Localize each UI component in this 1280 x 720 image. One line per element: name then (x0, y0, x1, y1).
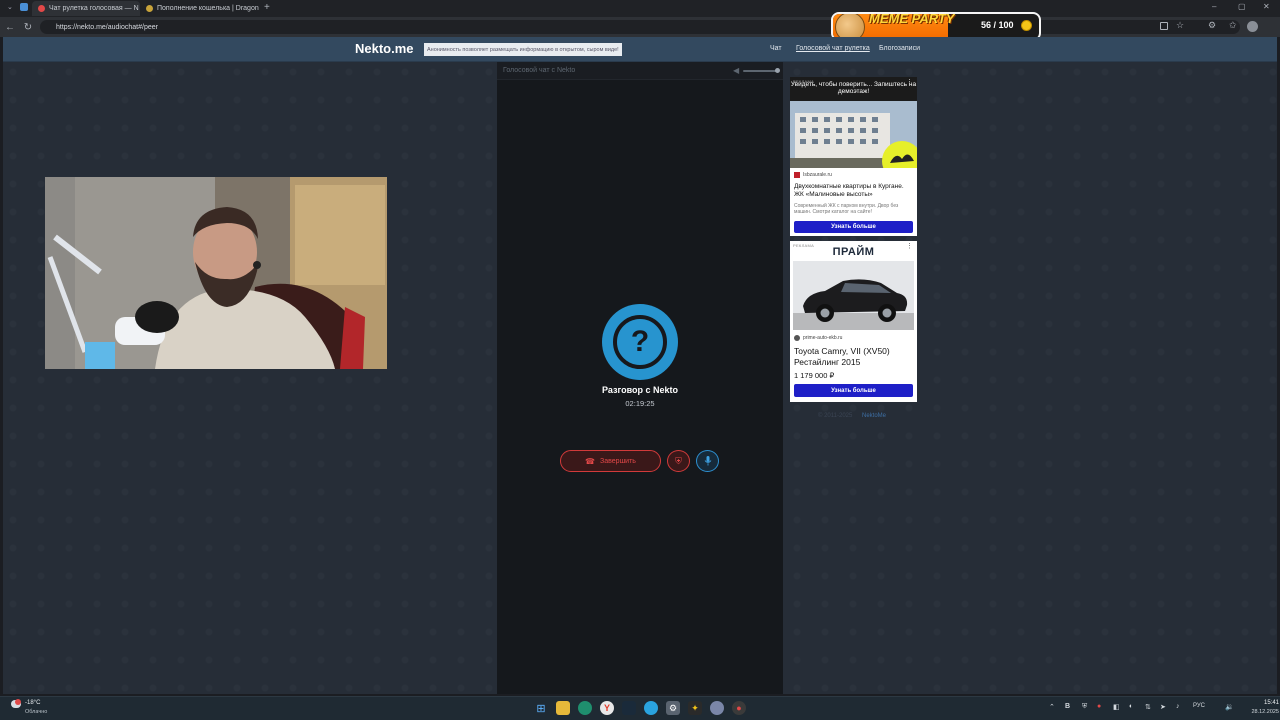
reader-icon[interactable] (1160, 22, 1168, 30)
file-explorer-icon[interactable] (556, 701, 570, 715)
nvidia-tray-icon[interactable]: ◧ (1113, 703, 1120, 711)
nav-link-blog[interactable]: Блогозаписи (879, 45, 920, 52)
obs-icon[interactable]: ● (732, 701, 746, 715)
nav-link-voice-chat[interactable]: Голосовой чат рулетка (796, 45, 870, 52)
url-text: https://nekto.me/audiochat#/peer (56, 23, 158, 31)
windows-start-icon[interactable]: ⊞ (534, 701, 548, 715)
ad-domain: prime-auto-ekb.ru (803, 335, 843, 341)
tray-overflow-icon[interactable]: ⌃ (1049, 703, 1055, 711)
reload-button[interactable]: ↻ (21, 20, 35, 34)
clock-date[interactable]: 28.12.2025 (1240, 709, 1279, 715)
steam-tray-icon[interactable]: ◐ (1129, 703, 1133, 710)
shield-tray-icon[interactable]: ⛨ (1082, 703, 1087, 711)
bold-app-icon[interactable]: B (1065, 703, 1070, 710)
profile-avatar[interactable] (1247, 21, 1258, 32)
minimize-button[interactable]: – (1212, 2, 1216, 11)
tab-dragon[interactable]: Пополнение кошелька | Dragon ✕ (140, 1, 260, 16)
report-button[interactable]: ⛨ (667, 450, 690, 472)
end-call-button[interactable]: ☎ Завершить (560, 450, 661, 472)
dragon-favicon-icon (146, 5, 153, 12)
language-indicator[interactable]: РУС (1193, 703, 1205, 709)
ad-title[interactable]: Toyota Camry, VII (XV50) Рестайлинг 2015 (794, 346, 915, 367)
footer-copyright: © 2011-2025 (818, 413, 853, 419)
webcam-scene (45, 177, 387, 369)
meme-score: 56 / 100 (981, 20, 1014, 30)
question-mark-icon: ? (613, 315, 667, 369)
favorites-icon[interactable]: ✩ (1229, 20, 1237, 31)
weather-alert-badge (15, 699, 21, 705)
windows-taskbar (0, 696, 1280, 720)
ad-learn-more-button[interactable]: Узнать больше (794, 384, 913, 397)
more-options-icon[interactable]: ⋮ (906, 78, 913, 86)
ad-label: РЕКЛАМА (793, 79, 815, 84)
ad-domain: Isbzaurale.ru (803, 172, 832, 178)
bookmark-star-icon[interactable]: ☆ (1176, 20, 1184, 31)
ad-title[interactable]: Двухкомнатные квартиры в Кургане. ЖК «Ма… (794, 183, 915, 199)
red-app-tray-icon[interactable]: ● (1097, 703, 1101, 710)
weather-temperature[interactable]: -18°C (25, 700, 40, 706)
conversation-title: Разговор с Nekto (601, 385, 679, 395)
anonymity-notice: Анонимность позволяет размещать информац… (424, 43, 622, 56)
coin-icon (1021, 20, 1032, 31)
nav-link-chat[interactable]: Чат (770, 45, 782, 52)
shield-icon: ⛨ (675, 455, 682, 466)
footer-link[interactable]: NektoMe (862, 413, 886, 419)
clock-time[interactable]: 15:41 (1249, 700, 1279, 706)
webcam-video (45, 177, 387, 369)
game-launcher-icon[interactable]: ✦ (688, 701, 702, 715)
microphone-icon (704, 456, 711, 466)
site-logo[interactable]: Nekto.me (355, 41, 414, 56)
volume-slider[interactable] (743, 70, 779, 72)
mute-button[interactable] (696, 450, 719, 472)
close-window-button[interactable]: ✕ (1263, 2, 1270, 11)
ad-price: 1 179 000 ₽ (794, 371, 835, 380)
steam-icon[interactable] (622, 701, 636, 715)
back-button[interactable]: ← (3, 20, 17, 34)
prime-brand-logo: ПРАЙМ (832, 246, 875, 258)
edge-browser-icon[interactable] (578, 701, 592, 715)
app-icon[interactable] (710, 701, 724, 715)
chat-panel-title: Голосовой чат с Nekto (503, 67, 576, 74)
ad-description: Современный ЖК с парком внутри. Двор без… (794, 203, 899, 216)
car-image (793, 261, 914, 330)
extensions-icon[interactable]: ⚙ (1208, 20, 1216, 31)
tab-nekto[interactable]: Чат рулетка голосовая — N ✕ (32, 1, 140, 16)
telegram-icon[interactable] (644, 701, 658, 715)
tab-list-icon[interactable]: ⌄ (7, 3, 13, 11)
site-favicon-icon (794, 335, 800, 341)
nekto-favicon-icon (38, 5, 45, 12)
end-call-label: Завершить (600, 457, 636, 465)
microphone-tray-icon[interactable]: ♪ (1176, 703, 1180, 710)
tab-title: Пополнение кошелька | Dragon (157, 5, 259, 12)
tab-title: Чат рулетка голосовая — N (49, 5, 139, 12)
ad-learn-more-button[interactable]: Узнать больше (794, 221, 913, 233)
weather-description[interactable]: Облачно (25, 709, 47, 715)
site-header (3, 37, 1277, 62)
telegram-tray-icon[interactable]: ➤ (1160, 703, 1166, 711)
site-favicon-icon (794, 172, 800, 178)
ad-card-car[interactable]: РЕКЛАМА ⋮ ПРАЙМ prime-auto-ekb.ru Toyota… (790, 241, 917, 402)
speaker-tray-icon[interactable]: 🔉 (1225, 703, 1234, 711)
hang-up-icon: ☎ (585, 456, 596, 466)
call-timer: 02:19:25 (625, 399, 655, 408)
meme-party-title: MEME PARTY (869, 12, 955, 26)
settings-gear-icon[interactable]: ⚙ (666, 701, 680, 715)
network-tray-icon[interactable]: ⇅ (1145, 703, 1151, 711)
ad-domain-row: prime-auto-ekb.ru (794, 335, 842, 341)
url-field[interactable]: https://nekto.me/audiochat#/peer (40, 20, 1240, 34)
sidebar-toggle-icon[interactable] (20, 3, 28, 11)
new-tab-button[interactable]: + (264, 2, 270, 13)
maximize-button[interactable]: ▢ (1238, 2, 1246, 11)
ad-domain-row: Isbzaurale.ru (794, 172, 832, 178)
apartment-building-image (790, 101, 917, 168)
volume-icon[interactable]: ◀ (733, 66, 739, 75)
yandex-browser-icon[interactable]: Y (600, 701, 614, 715)
ad-card-apartments[interactable]: Увидеть, чтобы поверить... Запиштесь на … (790, 77, 917, 236)
